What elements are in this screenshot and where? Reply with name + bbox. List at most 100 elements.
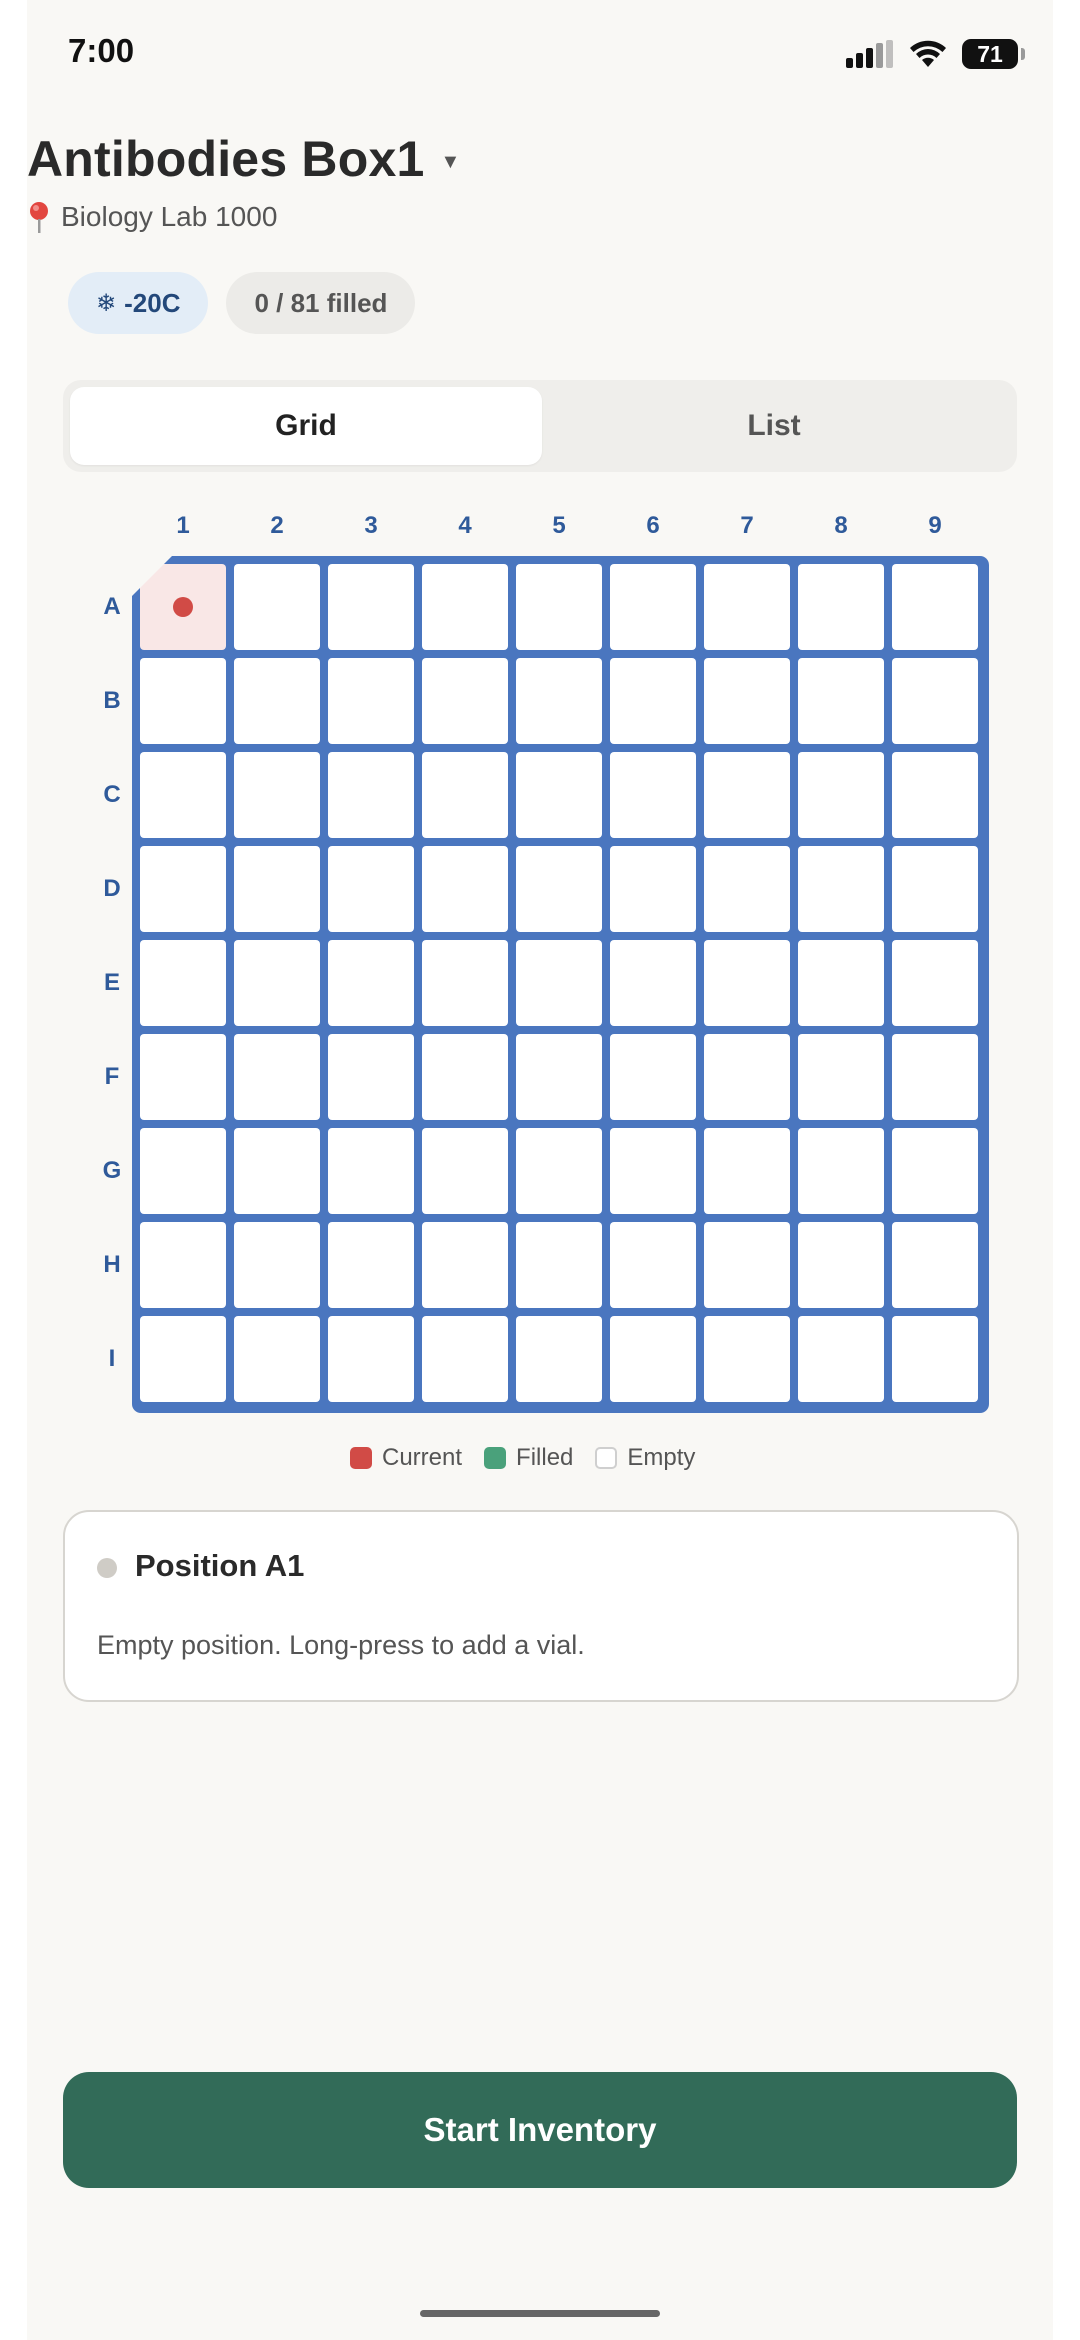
grid-cell-H2[interactable] [234,1222,320,1308]
grid-cell-H6[interactable] [610,1222,696,1308]
grid-cell-B9[interactable] [892,658,978,744]
grid-cell-I5[interactable] [516,1316,602,1402]
start-inventory-button[interactable]: Start Inventory [63,2072,1017,2188]
grid-cell-H5[interactable] [516,1222,602,1308]
wifi-icon [910,40,946,67]
row-label-C: C [103,781,121,808]
grid-cell-C8[interactable] [798,752,884,838]
location-pin-icon [30,202,48,233]
grid-cell-H9[interactable] [892,1222,978,1308]
grid-cell-A9[interactable] [892,564,978,650]
grid-cell-I8[interactable] [798,1316,884,1402]
grid-cell-F3[interactable] [328,1034,414,1120]
position-title: Position A1 [135,1548,305,1583]
grid-cell-H4[interactable] [422,1222,508,1308]
legend-empty: Empty [595,1444,695,1472]
grid-cell-D6[interactable] [610,846,696,932]
grid-cell-D9[interactable] [892,846,978,932]
grid-cell-B5[interactable] [516,658,602,744]
row-label-H: H [103,1251,121,1278]
tab-grid[interactable]: Grid [70,387,542,465]
grid-cell-F8[interactable] [798,1034,884,1120]
grid-cell-E8[interactable] [798,940,884,1026]
grid-cell-D3[interactable] [328,846,414,932]
grid-cell-F4[interactable] [422,1034,508,1120]
grid-cell-C7[interactable] [704,752,790,838]
grid-cell-A3[interactable] [328,564,414,650]
grid-cell-D1[interactable] [140,846,226,932]
row-label-B: B [103,687,121,714]
grid-cell-E6[interactable] [610,940,696,1026]
grid-cell-D2[interactable] [234,846,320,932]
grid-cell-E9[interactable] [892,940,978,1026]
grid-cell-C1[interactable] [140,752,226,838]
grid-cell-B6[interactable] [610,658,696,744]
grid-cell-B2[interactable] [234,658,320,744]
grid-cell-F6[interactable] [610,1034,696,1120]
grid-cell-A2[interactable] [234,564,320,650]
grid-cell-D8[interactable] [798,846,884,932]
grid-cell-C5[interactable] [516,752,602,838]
position-card[interactable]: Position A1 Empty position. Long-press t… [63,1510,1019,1702]
position-description: Empty position. Long-press to add a vial… [97,1630,585,1660]
grid-cell-I7[interactable] [704,1316,790,1402]
grid-cell-G4[interactable] [422,1128,508,1214]
grid-cell-F7[interactable] [704,1034,790,1120]
grid-cell-I1[interactable] [140,1316,226,1402]
tab-list[interactable]: List [538,387,1010,465]
grid-cell-H8[interactable] [798,1222,884,1308]
grid-cell-E7[interactable] [704,940,790,1026]
row-label-D: D [103,875,121,902]
temperature-chip: ❄ -20C [68,272,209,334]
grid-cell-I3[interactable] [328,1316,414,1402]
grid-cell-F1[interactable] [140,1034,226,1120]
grid-cell-E1[interactable] [140,940,226,1026]
grid-cell-A6[interactable] [610,564,696,650]
grid-cell-E2[interactable] [234,940,320,1026]
grid-cell-B1[interactable] [140,658,226,744]
grid-cell-A7[interactable] [704,564,790,650]
grid-cell-B8[interactable] [798,658,884,744]
grid-cell-D5[interactable] [516,846,602,932]
grid-cell-G6[interactable] [610,1128,696,1214]
grid-cell-C2[interactable] [234,752,320,838]
grid-cell-H1[interactable] [140,1222,226,1308]
grid-cell-H7[interactable] [704,1222,790,1308]
grid-cell-H3[interactable] [328,1222,414,1308]
grid-cell-B7[interactable] [704,658,790,744]
location-row: Biology Lab 1000 [27,200,277,234]
grid-cell-G9[interactable] [892,1128,978,1214]
grid-cell-I9[interactable] [892,1316,978,1402]
grid-cell-D7[interactable] [704,846,790,932]
grid-cell-I4[interactable] [422,1316,508,1402]
grid-cell-G1[interactable] [140,1128,226,1214]
grid-cell-E5[interactable] [516,940,602,1026]
dropdown-caret-icon[interactable]: ▼ [440,151,460,174]
page-title[interactable]: Antibodies Box1 [27,130,424,188]
grid-cell-B3[interactable] [328,658,414,744]
grid-cell-G7[interactable] [704,1128,790,1214]
grid-cell-C6[interactable] [610,752,696,838]
grid-cell-A5[interactable] [516,564,602,650]
grid-cell-C9[interactable] [892,752,978,838]
grid-cell-I2[interactable] [234,1316,320,1402]
home-indicator[interactable] [420,2310,660,2317]
grid-cell-E4[interactable] [422,940,508,1026]
grid-cell-G2[interactable] [234,1128,320,1214]
grid-cell-C4[interactable] [422,752,508,838]
grid-cell-I6[interactable] [610,1316,696,1402]
grid-cell-F2[interactable] [234,1034,320,1120]
grid-cell-F5[interactable] [516,1034,602,1120]
grid-cell-G5[interactable] [516,1128,602,1214]
grid-cell-G3[interactable] [328,1128,414,1214]
grid-cell-B4[interactable] [422,658,508,744]
grid-cell-E3[interactable] [328,940,414,1026]
grid-cell-A8[interactable] [798,564,884,650]
grid-cell-G8[interactable] [798,1128,884,1214]
box-selector[interactable]: Antibodies Box1 ▼ [27,130,460,188]
grid-cell-D4[interactable] [422,846,508,932]
grid-cell-C3[interactable] [328,752,414,838]
grid-cell-F9[interactable] [892,1034,978,1120]
legend-filled: Filled [484,1444,573,1472]
grid-cell-A4[interactable] [422,564,508,650]
